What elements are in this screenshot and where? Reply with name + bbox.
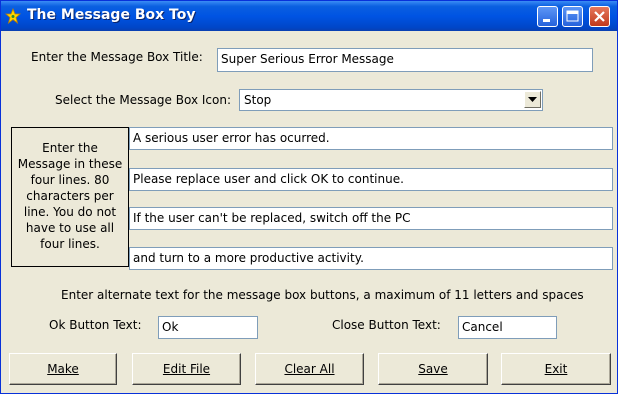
main-window: The Message Box Toy Enter the Message Bo… (0, 0, 618, 394)
save-button[interactable]: Save (378, 353, 488, 385)
exit-button-label: Exit (544, 362, 568, 376)
message-line-4[interactable]: and turn to a more productive activity. (129, 247, 613, 270)
minimize-icon (543, 19, 550, 22)
exit-button[interactable]: Exit (501, 353, 611, 385)
message-line-2[interactable]: Please replace user and click OK to cont… (129, 168, 613, 191)
button-text-instructions: Enter alternate text for the message box… (61, 288, 584, 302)
message-instructions-box: Enter the Message in these four lines. 8… (11, 127, 129, 267)
title-input[interactable]: Super Serious Error Message (217, 48, 593, 72)
edit-file-button[interactable]: Edit File (132, 353, 241, 385)
chevron-down-icon (528, 97, 537, 102)
clear-all-button-label: Clear All (284, 362, 335, 376)
clear-all-button[interactable]: Clear All (255, 353, 364, 385)
make-button[interactable]: Make (9, 353, 117, 385)
title-label: Enter the Message Box Title: (31, 50, 203, 64)
icon-select[interactable]: Stop (239, 89, 543, 111)
app-star-icon (4, 7, 22, 25)
maximize-button[interactable] (562, 6, 583, 27)
ok-button-text-label: Ok Button Text: (49, 318, 142, 332)
close-button-text-input[interactable]: Cancel (458, 316, 557, 339)
maximize-icon (566, 10, 579, 22)
minimize-button[interactable] (537, 6, 558, 27)
close-button-text-label: Close Button Text: (332, 318, 441, 332)
title-bar[interactable]: The Message Box Toy (1, 1, 617, 31)
save-button-label: Save (418, 362, 448, 376)
message-instructions: Enter the Message in these four lines. 8… (17, 141, 123, 251)
icon-select-value: Stop (244, 93, 272, 107)
ok-button-text-input[interactable]: Ok (158, 316, 258, 339)
window-title: The Message Box Toy (27, 7, 196, 23)
close-button[interactable] (589, 6, 610, 27)
icon-select-dropdown-button[interactable] (524, 91, 541, 108)
message-line-3[interactable]: If the user can't be replaced, switch of… (129, 207, 613, 230)
close-icon (594, 11, 605, 22)
message-line-1[interactable]: A serious user error has ocurred. (129, 127, 613, 150)
make-button-label: Make (47, 362, 79, 376)
icon-label: Select the Message Box Icon: (55, 93, 231, 107)
edit-file-button-label: Edit File (162, 362, 211, 376)
